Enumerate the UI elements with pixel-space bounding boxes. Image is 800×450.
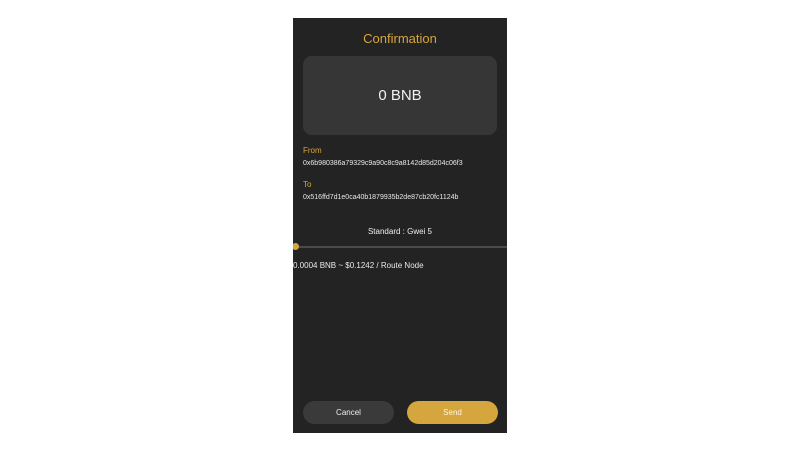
send-button[interactable]: Send — [407, 401, 498, 424]
fee-slider-track[interactable] — [293, 246, 507, 248]
cancel-button[interactable]: Cancel — [303, 401, 394, 424]
page-title: Confirmation — [363, 31, 437, 46]
fee-estimate: 0.0004 BNB ~ $0.1242 / Route Node — [293, 261, 424, 270]
from-address: 0x6b980386a79329c9a90c8c9a8142d85d204c06… — [303, 160, 463, 167]
fee-level-label: Standard : Gwei 5 — [367, 227, 433, 236]
from-label: From — [303, 146, 322, 155]
to-address: 0x516ffd7d1e0ca40b1879935b2de87cb20fc112… — [303, 194, 459, 201]
amount-value: 0 BNB — [378, 87, 422, 104]
to-label: To — [303, 180, 312, 189]
fee-slider-handle[interactable] — [293, 243, 299, 250]
confirmation-panel: Confirmation 0 BNB From 0x6b980386a79329… — [293, 18, 507, 433]
amount-card: 0 BNB — [303, 56, 497, 135]
